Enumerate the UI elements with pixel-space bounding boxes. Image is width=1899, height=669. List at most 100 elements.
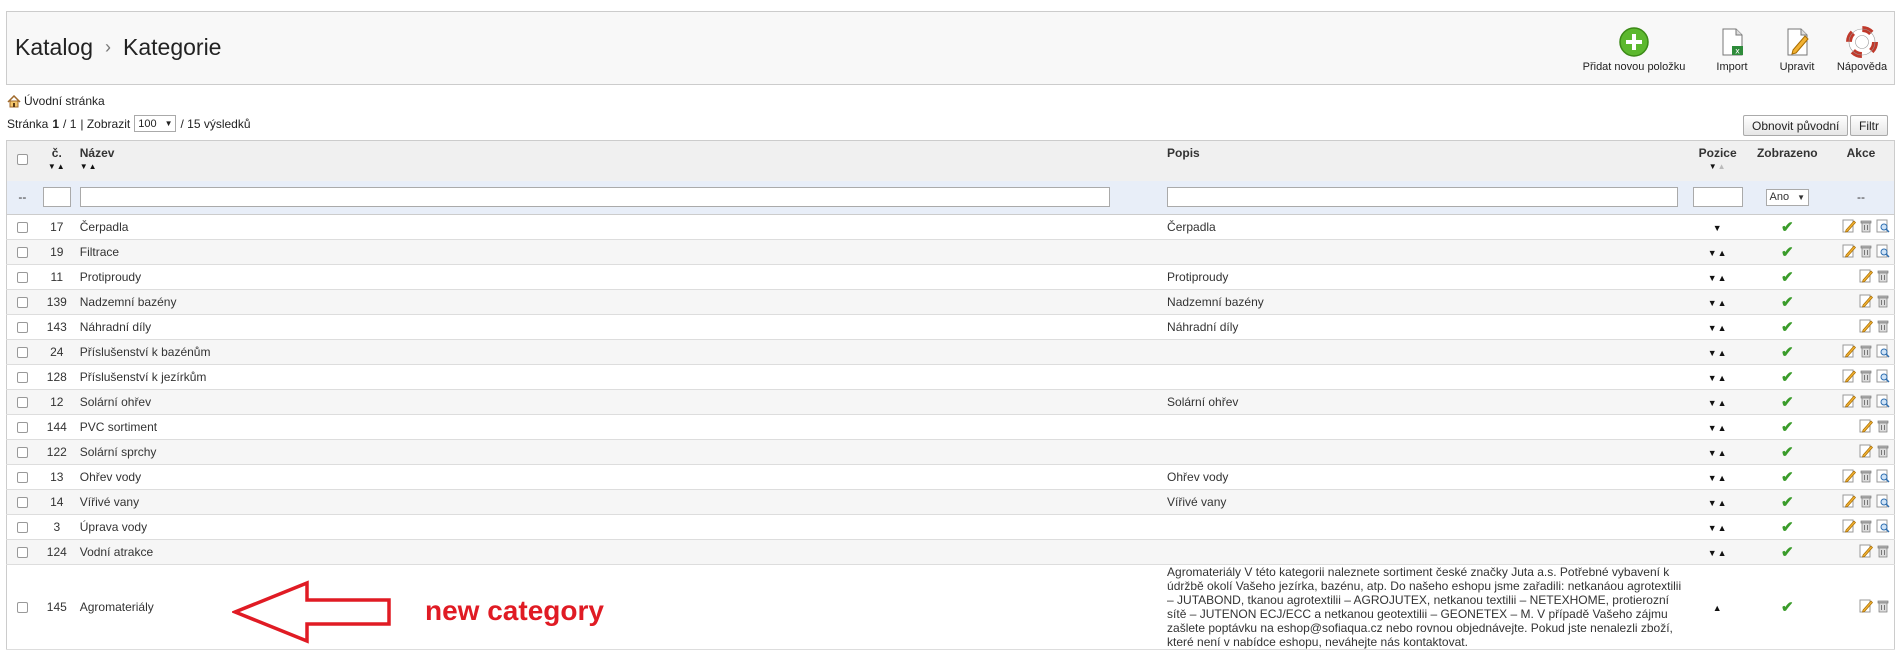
table-row[interactable]: 17 Čerpadla Čerpadla ▼ ✔ [6, 214, 1895, 240]
filter-button[interactable]: Filtr [1850, 115, 1888, 136]
checkmark-icon[interactable]: ✔ [1781, 294, 1794, 311]
row-checkbox[interactable] [16, 447, 28, 459]
row-name[interactable]: Příslušenství k jezírkům [75, 364, 1164, 390]
table-row[interactable]: 122 Solární sprchy ▼▲ ✔ [6, 439, 1895, 465]
row-checkbox[interactable] [16, 222, 28, 234]
row-checkbox[interactable] [16, 272, 28, 284]
select-all-checkbox[interactable] [16, 154, 28, 165]
row-name[interactable]: Úprava vody [75, 514, 1164, 540]
move-arrows-icon[interactable]: ▼▲ [1708, 248, 1728, 258]
help-button[interactable]: Nápověda [1832, 26, 1892, 73]
preview-icon[interactable] [1876, 368, 1890, 383]
move-arrows-icon[interactable]: ▲ [1713, 603, 1723, 613]
checkmark-icon[interactable]: ✔ [1781, 219, 1794, 236]
sort-arrows-icon[interactable]: ▼▲ [1693, 162, 1743, 171]
edit-icon[interactable] [1842, 243, 1856, 258]
trash-icon[interactable] [1876, 443, 1890, 458]
move-arrows-icon[interactable]: ▼▲ [1708, 298, 1728, 308]
preview-icon[interactable] [1876, 518, 1890, 533]
sort-arrows-icon[interactable]: ▼▲ [80, 162, 1159, 171]
filter-num-input[interactable] [42, 187, 71, 208]
row-name[interactable]: Vodní atrakce [75, 539, 1164, 565]
table-row[interactable]: 144 PVC sortiment ▼▲ ✔ [6, 414, 1895, 440]
trash-icon[interactable] [1876, 543, 1890, 558]
table-row[interactable]: 24 Příslušenství k bazénům ▼▲ ✔ [6, 339, 1895, 365]
checkmark-icon[interactable]: ✔ [1781, 394, 1794, 411]
trash-icon[interactable] [1859, 493, 1873, 508]
row-checkbox[interactable] [16, 422, 28, 434]
reset-button[interactable]: Obnovit původní [1743, 115, 1849, 136]
table-row[interactable]: 14 Vířivé vany Vířivé vany ▼▲ ✔ [6, 489, 1895, 515]
edit-icon[interactable] [1842, 518, 1856, 533]
move-arrows-icon[interactable]: ▼▲ [1708, 423, 1728, 433]
table-row[interactable]: 13 Ohřev vody Ohřev vody ▼▲ ✔ [6, 464, 1895, 490]
row-checkbox[interactable] [16, 372, 28, 384]
checkmark-icon[interactable]: ✔ [1781, 469, 1794, 486]
trash-icon[interactable] [1859, 218, 1873, 233]
preview-icon[interactable] [1876, 468, 1890, 483]
edit-icon[interactable] [1859, 268, 1873, 283]
edit-icon[interactable] [1842, 343, 1856, 358]
trash-icon[interactable] [1859, 393, 1873, 408]
preview-icon[interactable] [1876, 393, 1890, 408]
move-arrows-icon[interactable]: ▼▲ [1708, 398, 1728, 408]
edit-icon[interactable] [1842, 218, 1856, 233]
trash-icon[interactable] [1876, 418, 1890, 433]
checkmark-icon[interactable]: ✔ [1781, 544, 1794, 561]
table-row[interactable]: 19 Filtrace ▼▲ ✔ [6, 239, 1895, 265]
row-checkbox[interactable] [16, 397, 28, 409]
filter-pos-input[interactable] [1692, 187, 1743, 208]
move-arrows-icon[interactable]: ▼▲ [1708, 523, 1728, 533]
checkmark-icon[interactable]: ✔ [1781, 444, 1794, 461]
row-name[interactable]: Náhradní díly [75, 314, 1164, 340]
move-arrows-icon[interactable]: ▼▲ [1708, 548, 1728, 558]
per-page-select[interactable]: 100 ▼ [134, 115, 177, 132]
checkmark-icon[interactable]: ✔ [1781, 269, 1794, 286]
checkmark-icon[interactable]: ✔ [1781, 599, 1794, 616]
row-name[interactable]: Příslušenství k bazénům [75, 339, 1164, 365]
move-arrows-icon[interactable]: ▼▲ [1708, 273, 1728, 283]
trash-icon[interactable] [1859, 468, 1873, 483]
table-row[interactable]: 3 Úprava vody ▼▲ ✔ [6, 514, 1895, 540]
import-button[interactable]: x Import [1707, 26, 1757, 73]
edit-icon[interactable] [1842, 368, 1856, 383]
row-name[interactable]: Filtrace [75, 239, 1164, 265]
table-row[interactable]: 143 Náhradní díly Náhradní díly ▼▲ ✔ [6, 314, 1895, 340]
row-checkbox[interactable] [16, 602, 28, 614]
preview-icon[interactable] [1876, 218, 1890, 233]
checkmark-icon[interactable]: ✔ [1781, 319, 1794, 336]
move-arrows-icon[interactable]: ▼▲ [1708, 498, 1728, 508]
table-row[interactable]: 11 Protiproudy Protiproudy ▼▲ ✔ [6, 264, 1895, 290]
row-name[interactable]: Ohřev vody [75, 464, 1164, 490]
trash-icon[interactable] [1859, 343, 1873, 358]
trash-icon[interactable] [1876, 268, 1890, 283]
header-select-all[interactable] [6, 140, 38, 181]
trash-icon[interactable] [1859, 518, 1873, 533]
title-parent[interactable]: Katalog [15, 34, 93, 60]
move-arrows-icon[interactable]: ▼▲ [1708, 373, 1728, 383]
row-checkbox[interactable] [16, 497, 28, 509]
checkmark-icon[interactable]: ✔ [1781, 344, 1794, 361]
row-name[interactable]: Nadzemní bazény [75, 289, 1164, 315]
edit-button[interactable]: Upravit [1772, 26, 1822, 73]
row-checkbox[interactable] [16, 347, 28, 359]
move-arrows-icon[interactable]: ▼▲ [1708, 323, 1728, 333]
edit-icon[interactable] [1859, 443, 1873, 458]
row-checkbox[interactable] [16, 247, 28, 259]
row-checkbox[interactable] [16, 522, 28, 534]
checkmark-icon[interactable]: ✔ [1781, 519, 1794, 536]
filter-desc-input[interactable] [1167, 187, 1679, 208]
trash-icon[interactable] [1876, 598, 1890, 613]
row-name[interactable]: Solární sprchy [75, 439, 1164, 465]
checkmark-icon[interactable]: ✔ [1781, 419, 1794, 436]
row-checkbox[interactable] [16, 322, 28, 334]
filter-shown-select[interactable]: Ano ▼ [1765, 188, 1810, 206]
row-name[interactable]: Solární ohřev [75, 389, 1164, 415]
row-checkbox[interactable] [16, 297, 28, 309]
row-name[interactable]: Vířivé vany [75, 489, 1164, 515]
add-new-item-button[interactable]: Přidat novou položku [1579, 26, 1689, 73]
checkmark-icon[interactable]: ✔ [1781, 494, 1794, 511]
edit-icon[interactable] [1842, 493, 1856, 508]
row-name[interactable]: PVC sortiment [75, 414, 1164, 440]
move-arrows-icon[interactable]: ▼▲ [1708, 448, 1728, 458]
